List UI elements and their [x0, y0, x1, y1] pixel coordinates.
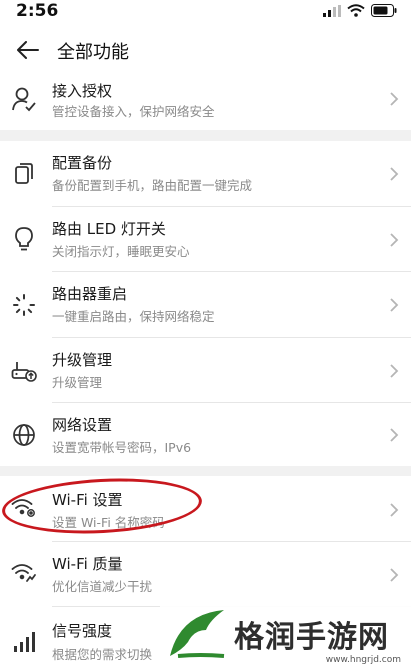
list-item-led-switch[interactable]: 路由 LED 灯开关 关闭指示灯，睡眠更安心 — [0, 207, 411, 272]
list-item-title: 网络设置 — [52, 416, 113, 434]
list-item-access-authorization[interactable]: 接入授权 管控设备接入，保护网络安全 — [0, 76, 411, 130]
globe-icon — [11, 422, 37, 448]
watermark-url: www.hngrjd.com — [325, 655, 401, 665]
list-item-subtitle: 一键重启路由，保持网络稳定 — [52, 309, 215, 324]
list-item-title: 路由 LED 灯开关 — [52, 220, 166, 238]
watermark: 格润手游网 www.hngrjd.com — [160, 602, 411, 667]
chevron-right-icon — [390, 167, 399, 181]
wifi-status-icon — [347, 4, 365, 17]
person-check-icon — [11, 86, 37, 112]
battery-icon — [371, 4, 397, 17]
bulb-icon — [11, 226, 37, 252]
chevron-right-icon — [390, 364, 399, 378]
chevron-right-icon — [390, 503, 399, 517]
list-item-title: 路由器重启 — [52, 285, 128, 303]
router-upgrade-icon — [11, 358, 37, 384]
header: 全部功能 — [0, 24, 411, 76]
list-item-wifi-settings[interactable]: Wi-Fi 设置 设置 Wi-Fi 名称密码 — [0, 476, 411, 542]
list-item-config-backup[interactable]: 配置备份 备份配置到手机，路由配置一键完成 — [0, 141, 411, 207]
chevron-right-icon — [390, 428, 399, 442]
list-item-title: 接入授权 — [52, 82, 113, 100]
arrow-left-icon — [17, 41, 39, 59]
chevron-right-icon — [390, 568, 399, 582]
list-item-title: Wi-Fi 质量 — [52, 555, 123, 573]
list-item-network-settings[interactable]: 网络设置 设置宽带帐号密码，IPv6 — [0, 403, 411, 466]
list-item-subtitle: 设置宽带帐号密码，IPv6 — [52, 440, 192, 455]
signal-strength-icon — [11, 629, 37, 655]
settings-group-security: 接入授权 管控设备接入，保护网络安全 — [0, 76, 411, 130]
watermark-logo-icon — [170, 610, 225, 658]
list-item-upgrade-management[interactable]: 升级管理 升级管理 — [0, 338, 411, 403]
chevron-right-icon — [390, 233, 399, 247]
list-item-title: 升级管理 — [52, 351, 113, 369]
page-title: 全部功能 — [57, 42, 129, 63]
list-item-title: 配置备份 — [52, 154, 113, 172]
list-item-router-restart[interactable]: 路由器重启 一键重启路由，保持网络稳定 — [0, 272, 411, 338]
list-item-subtitle: 关闭指示灯，睡眠更安心 — [52, 244, 190, 259]
restart-spinner-icon — [11, 292, 37, 318]
list-item-subtitle: 升级管理 — [52, 375, 103, 390]
back-button[interactable] — [12, 34, 44, 66]
wifi-quality-icon — [11, 560, 37, 586]
status-icons — [323, 4, 397, 17]
list-item-subtitle: 优化信道减少干扰 — [52, 579, 153, 594]
list-item-title: Wi-Fi 设置 — [52, 491, 123, 509]
list-item-subtitle: 设置 Wi-Fi 名称密码 — [52, 515, 165, 530]
list-item-subtitle: 备份配置到手机，路由配置一键完成 — [52, 178, 253, 193]
list-item-wifi-quality[interactable]: Wi-Fi 质量 优化信道减少干扰 — [0, 542, 411, 607]
copy-icon — [11, 160, 37, 186]
list-item-subtitle: 管控设备接入，保护网络安全 — [52, 104, 215, 119]
watermark-text: 格润手游网 — [234, 620, 389, 655]
list-item-title: 信号强度 — [52, 622, 113, 640]
settings-group-router: 配置备份 备份配置到手机，路由配置一键完成 路由 LED 灯开关 关闭指示灯，睡… — [0, 141, 411, 466]
cellular-signal-icon — [323, 4, 341, 17]
chevron-right-icon — [390, 298, 399, 312]
wifi-settings-icon — [11, 495, 37, 521]
status-time: 2:56 — [16, 1, 59, 21]
status-bar: 2:56 — [0, 0, 411, 24]
list-item-subtitle: 根据您的需求切换 — [52, 647, 153, 662]
chevron-right-icon — [390, 92, 399, 106]
